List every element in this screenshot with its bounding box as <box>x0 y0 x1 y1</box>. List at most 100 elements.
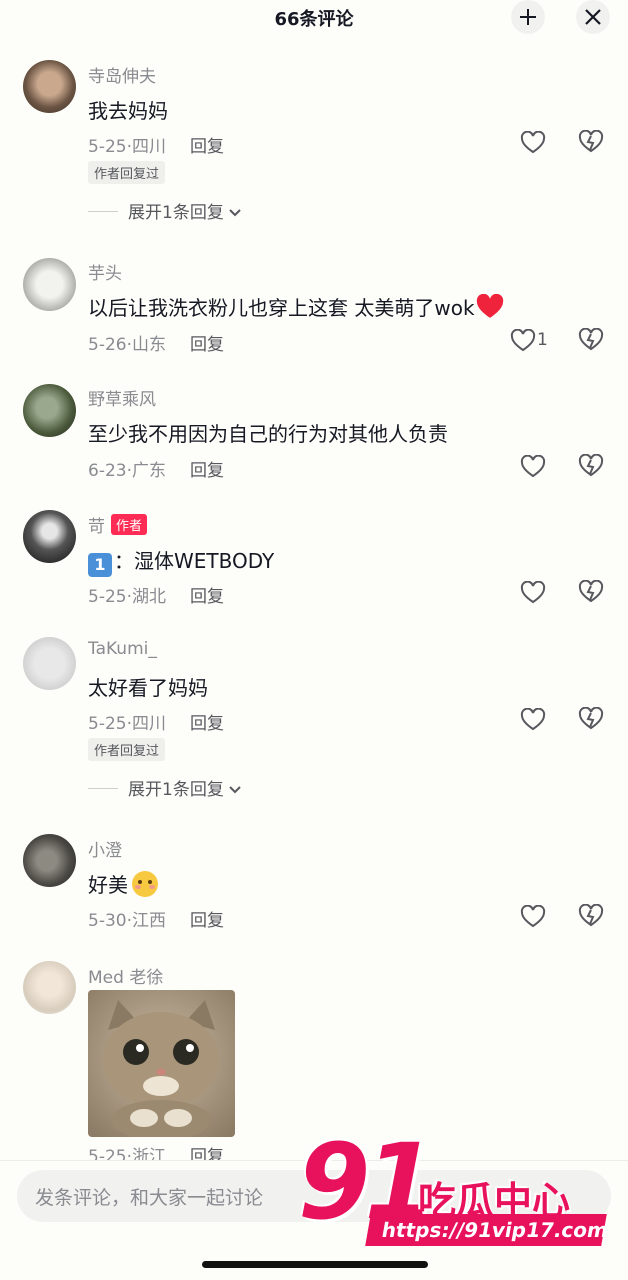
comment-image-cat[interactable] <box>88 990 235 1137</box>
dislike-button[interactable] <box>578 327 606 354</box>
comment-location: 广东 <box>132 461 166 481</box>
divider <box>88 788 118 789</box>
avatar[interactable] <box>23 961 76 1014</box>
comment-text: 以后让我洗衣粉儿也穿上这套 太美萌了wok <box>88 292 505 321</box>
like-button[interactable] <box>520 904 548 930</box>
expand-replies-label: 展开1条回复 <box>128 203 224 223</box>
reply-button[interactable]: 回复 <box>190 137 224 157</box>
reply-button[interactable]: 回复 <box>190 587 224 607</box>
chevron-down-icon <box>229 209 241 217</box>
comment-username[interactable]: 寺岛伸夫 <box>88 62 156 87</box>
watermark-logo: 91 吃瓜中心 https://91vip17.com <box>298 1130 618 1252</box>
broken-heart-icon <box>578 579 604 603</box>
comment-date: 5-25 <box>88 714 127 734</box>
watermark-url: https://91vip17.com <box>365 1214 610 1246</box>
author-tag: 作者 <box>111 514 148 535</box>
heart-icon <box>510 329 536 352</box>
comment-meta: 5-25·四川 回复 <box>88 137 224 157</box>
dislike-button[interactable] <box>578 579 606 606</box>
dislike-button[interactable] <box>578 903 606 930</box>
heart-icon <box>520 581 546 604</box>
like-button[interactable] <box>510 328 538 354</box>
comment-meta: 5-25·湖北 回复 <box>88 587 224 607</box>
comment-date: 5-26 <box>88 335 127 355</box>
broken-heart-icon <box>578 129 604 153</box>
close-icon <box>585 9 601 25</box>
like-button[interactable] <box>520 454 548 480</box>
author-replied-badge: 作者回复过 <box>88 738 166 761</box>
avatar[interactable] <box>23 510 76 563</box>
comment-location: 四川 <box>132 137 166 157</box>
heart-icon <box>520 905 546 928</box>
comment-text: 好美 <box>88 869 158 898</box>
comment-location: 江西 <box>132 911 166 931</box>
avatar[interactable] <box>23 834 76 887</box>
collapse-button[interactable] <box>511 0 545 34</box>
comment-meta: 5-30·江西 回复 <box>88 911 224 931</box>
dislike-button[interactable] <box>578 129 606 156</box>
dislike-button[interactable] <box>578 706 606 733</box>
comment-text: 至少我不用因为自己的行为对其他人负责 <box>88 422 448 446</box>
comment-text: 1 ：湿体WETBODY <box>88 545 274 577</box>
comment-meta: 6-23·广东 回复 <box>88 461 224 481</box>
expand-replies-button[interactable]: 展开1条回复 <box>88 775 241 800</box>
red-heart-emoji-icon <box>476 293 503 318</box>
avatar[interactable] <box>23 60 76 113</box>
like-button[interactable] <box>520 580 548 606</box>
broken-heart-icon <box>578 453 604 477</box>
expand-replies-label: 展开1条回复 <box>128 780 224 800</box>
comment-text-content: ：湿体WETBODY <box>114 549 275 573</box>
avatar[interactable] <box>23 384 76 437</box>
reply-button[interactable]: 回复 <box>190 461 224 481</box>
minimize-icon <box>520 9 536 25</box>
comment-date: 5-25 <box>88 1147 127 1160</box>
comment-date: 6-23 <box>88 461 127 481</box>
expand-replies-button[interactable]: 展开1条回复 <box>88 198 241 223</box>
comment-text: 我去妈妈 <box>88 99 168 123</box>
avatar[interactable] <box>23 637 76 690</box>
reply-button[interactable]: 回复 <box>190 714 224 734</box>
comment-username[interactable]: TaKumi_ <box>88 639 157 659</box>
like-button[interactable] <box>520 130 548 156</box>
comment-meta: 5-25·四川 回复 <box>88 714 224 734</box>
comment-text-content: 以后让我洗衣粉儿也穿上这套 太美萌了wok <box>88 296 475 320</box>
comment-location: 浙江 <box>132 1147 166 1160</box>
comment-username[interactable]: 苛作者 <box>88 512 148 537</box>
broken-heart-icon <box>578 706 604 730</box>
like-count: 1 <box>537 330 548 350</box>
comment-location: 湖北 <box>132 587 166 607</box>
comment-username[interactable]: 野草乘风 <box>88 385 156 410</box>
comment-date: 5-25 <box>88 137 127 157</box>
blush-face-emoji-icon <box>132 871 158 897</box>
broken-heart-icon <box>578 903 604 927</box>
comment-date: 5-30 <box>88 911 127 931</box>
heart-icon <box>520 708 546 731</box>
comment-username-text: 苛 <box>88 517 105 537</box>
comment-input-placeholder: 发条评论，和大家一起讨论 <box>35 1187 264 1209</box>
comment-username[interactable]: 芋头 <box>88 259 122 284</box>
close-button[interactable] <box>576 0 610 34</box>
comment-meta: 5-26·山东 回复 <box>88 335 224 355</box>
divider <box>88 211 118 212</box>
reply-button[interactable]: 回复 <box>190 1147 224 1160</box>
comment-username[interactable]: 小澄 <box>88 836 122 861</box>
comment-location: 四川 <box>132 714 166 734</box>
reply-button[interactable]: 回复 <box>190 911 224 931</box>
keycap-one-emoji-icon: 1 <box>88 553 112 577</box>
heart-icon <box>520 131 546 154</box>
comment-meta: 5-25·浙江 回复 <box>88 1142 224 1160</box>
broken-heart-icon <box>578 327 604 351</box>
comment-username[interactable]: Med 老徐 <box>88 963 163 988</box>
comment-date: 5-25 <box>88 587 127 607</box>
reply-button[interactable]: 回复 <box>190 335 224 355</box>
comment-text: 太好看了妈妈 <box>88 676 208 700</box>
comment-location: 山东 <box>132 335 166 355</box>
comments-header: 66条评论 <box>0 0 628 34</box>
avatar[interactable] <box>23 258 76 311</box>
like-button[interactable] <box>520 707 548 733</box>
home-indicator[interactable] <box>202 1261 428 1268</box>
author-replied-badge: 作者回复过 <box>88 161 166 184</box>
comment-text-content: 好美 <box>88 873 128 897</box>
dislike-button[interactable] <box>578 453 606 480</box>
heart-icon <box>520 455 546 478</box>
